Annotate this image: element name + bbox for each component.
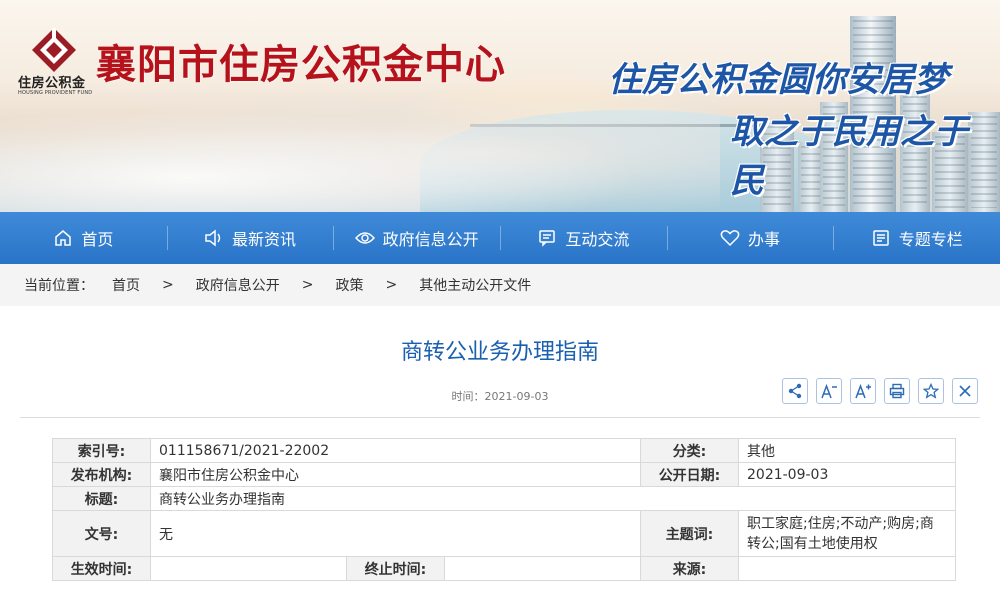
docno-label: 文号: bbox=[52, 510, 151, 557]
title-label: 标题: bbox=[52, 486, 151, 511]
site-title: 襄阳市住房公积金中心 bbox=[96, 41, 506, 88]
eye-icon bbox=[354, 228, 375, 248]
keywords-value: 职工家庭;住房;不动产;购房;商转公;国有土地使用权 bbox=[738, 510, 956, 557]
nav-item-interaction[interactable]: 互动交流 bbox=[500, 212, 667, 264]
publisher-value: 襄阳市住房公积金中心 bbox=[150, 462, 641, 487]
effective-label: 生效时间: bbox=[52, 556, 151, 581]
nav-label: 互动交流 bbox=[565, 230, 630, 249]
publish-date-label: 公开日期: bbox=[640, 462, 739, 487]
nav-label: 办事 bbox=[748, 230, 781, 249]
breadcrumb-lead: 当前位置： bbox=[24, 278, 94, 294]
slogan-line-1: 住房公积金圆你安居梦 bbox=[608, 60, 948, 100]
heart-icon bbox=[720, 228, 740, 248]
publish-date-value: 2021-09-03 bbox=[738, 462, 956, 487]
breadcrumb-separator: > bbox=[385, 277, 398, 293]
print-button[interactable] bbox=[884, 378, 910, 404]
logo-subtext: HOUSING PROVIDENT FUND bbox=[18, 90, 93, 96]
document-info-table: 索引号: 011158671/2021-22002 分类: 其他 发布机构: 襄… bbox=[52, 438, 956, 581]
favorite-icon bbox=[923, 383, 939, 399]
font-decrease-button[interactable] bbox=[816, 378, 842, 404]
source-value bbox=[738, 556, 956, 581]
breadcrumb-other-files[interactable]: 其他主动公开文件 bbox=[419, 275, 531, 295]
breadcrumb-gov-info[interactable]: 政府信息公开 bbox=[196, 275, 280, 295]
title-value: 商转公业务办理指南 bbox=[150, 486, 956, 511]
source-label: 来源: bbox=[640, 556, 739, 581]
column-icon bbox=[871, 228, 891, 248]
nav-label: 政府信息公开 bbox=[382, 230, 479, 249]
font-decrease-icon bbox=[821, 383, 837, 399]
table-row: 生效时间: 终止时间: 来源: bbox=[52, 556, 956, 581]
index-value: 011158671/2021-22002 bbox=[150, 438, 641, 463]
expire-label: 终止时间: bbox=[346, 556, 445, 581]
nav-label: 最新资讯 bbox=[232, 230, 297, 249]
category-label: 分类: bbox=[640, 438, 739, 463]
nav-item-gov-info[interactable]: 政府信息公开 bbox=[333, 212, 500, 264]
speaker-icon bbox=[204, 228, 224, 248]
nav-item-services[interactable]: 办事 bbox=[666, 212, 834, 264]
expire-value bbox=[444, 556, 641, 581]
home-icon bbox=[53, 228, 73, 248]
chat-icon bbox=[537, 228, 557, 248]
nav-label: 首页 bbox=[81, 230, 114, 249]
article-title: 商转公业务办理指南 bbox=[400, 340, 599, 365]
category-value: 其他 bbox=[738, 438, 956, 463]
keywords-label: 主题词: bbox=[640, 510, 739, 557]
docno-value: 无 bbox=[150, 510, 641, 557]
logo-emblem-icon bbox=[32, 28, 76, 72]
nav-label: 专题专栏 bbox=[898, 230, 963, 249]
breadcrumb-separator: > bbox=[301, 277, 314, 293]
table-row: 发布机构: 襄阳市住房公积金中心 公开日期: 2021-09-03 bbox=[52, 462, 956, 487]
breadcrumb-separator: > bbox=[162, 277, 174, 293]
site-logo[interactable]: 住房公积金 HOUSING PROVIDENT FUND bbox=[18, 26, 94, 96]
breadcrumb-home[interactable]: 首页 bbox=[112, 275, 140, 295]
banner-clouds bbox=[0, 100, 720, 212]
breadcrumb: 当前位置： 首页 > 政府信息公开 > 政策 > 其他主动公开文件 bbox=[0, 264, 1000, 306]
table-row: 标题: 商转公业务办理指南 bbox=[52, 486, 956, 511]
favorite-button[interactable] bbox=[918, 378, 944, 404]
logo-text: 住房公积金 bbox=[18, 76, 86, 91]
article-toolbar bbox=[782, 378, 978, 404]
font-increase-button[interactable] bbox=[850, 378, 876, 404]
breadcrumb-policy[interactable]: 政策 bbox=[335, 275, 363, 295]
article-meta: 时间：2021-09-03 bbox=[20, 378, 980, 418]
table-row: 文号: 无 主题词: 职工家庭;住房;不动产;购房;商转公;国有土地使用权 bbox=[52, 510, 956, 557]
share-button[interactable] bbox=[782, 378, 808, 404]
site-banner: 住房公积金 HOUSING PROVIDENT FUND 襄阳市住房公积金中心 … bbox=[0, 0, 1000, 212]
font-increase-icon bbox=[855, 383, 871, 399]
publisher-label: 发布机构: bbox=[52, 462, 151, 487]
share-icon bbox=[788, 383, 802, 399]
nav-item-home[interactable]: 首页 bbox=[0, 212, 167, 264]
nav-item-news[interactable]: 最新资讯 bbox=[166, 212, 334, 264]
nav-item-special-column[interactable]: 专题专栏 bbox=[833, 212, 1000, 264]
main-nav: 首页 最新资讯 政府信息公开 互动交流 办事 专题专栏 bbox=[0, 212, 1000, 264]
table-row: 索引号: 011158671/2021-22002 分类: 其他 bbox=[52, 438, 956, 463]
close-button[interactable] bbox=[952, 378, 978, 404]
close-icon bbox=[959, 385, 971, 397]
print-icon bbox=[889, 383, 905, 399]
effective-value bbox=[150, 556, 347, 581]
slogan-line-2: 取之于民用之于民 bbox=[730, 112, 968, 201]
index-label: 索引号: bbox=[52, 438, 151, 463]
